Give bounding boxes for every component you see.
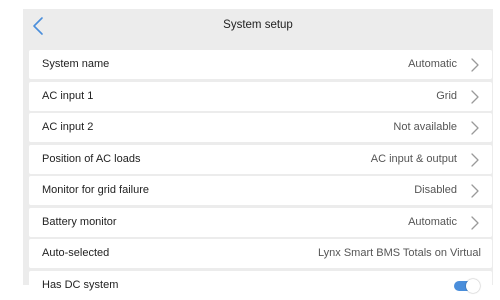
row-battery-monitor[interactable]: Battery monitor Automatic	[29, 207, 492, 237]
row-ac-input-2[interactable]: AC input 2 Not available	[29, 113, 492, 142]
chevron-right-icon	[469, 152, 481, 167]
row-value: Grid	[436, 89, 457, 102]
row-label: Monitor for grid failure	[42, 184, 149, 196]
has-dc-system-toggle[interactable]	[454, 278, 480, 293]
row-value: AC input & output	[370, 152, 457, 165]
header-bar: System setup	[23, 9, 493, 41]
row-value: Disabled	[414, 184, 457, 196]
chevron-right-icon	[469, 58, 481, 72]
row-value: Lynx Smart BMS Totals on Virtual	[317, 247, 481, 259]
row-value: Automatic	[408, 215, 457, 228]
row-label: Battery monitor	[42, 215, 117, 228]
row-auto-selected: Auto-selected Lynx Smart BMS Totals on V…	[29, 239, 492, 268]
row-value: Not available	[393, 121, 457, 133]
row-label: Position of AC loads	[42, 152, 141, 165]
row-system-name[interactable]: System name Automatic	[29, 50, 492, 79]
row-label: Has DC system	[42, 278, 119, 291]
chevron-right-icon	[469, 184, 481, 198]
row-monitor-for-grid-failure[interactable]: Monitor for grid failure Disabled	[29, 176, 492, 205]
settings-panel: System setup System name Automatic AC in…	[23, 9, 493, 300]
toggle-knob	[466, 278, 480, 293]
back-button[interactable]	[29, 15, 49, 37]
chevron-left-icon	[33, 17, 43, 35]
row-position-of-ac-loads[interactable]: Position of AC loads AC input & output	[29, 144, 492, 174]
chevron-right-icon	[469, 215, 481, 230]
row-ac-input-1[interactable]: AC input 1 Grid	[29, 81, 492, 111]
row-label: Auto-selected	[42, 247, 110, 259]
row-label: System name	[42, 58, 110, 70]
row-has-dc-system[interactable]: Has DC system	[29, 270, 492, 300]
chevron-right-icon	[469, 89, 481, 104]
chevron-right-icon	[469, 121, 481, 135]
row-label: AC input 2	[42, 121, 94, 133]
screen: System setup System name Automatic AC in…	[0, 0, 500, 300]
page-title: System setup	[223, 19, 293, 31]
row-label: AC input 1	[42, 89, 94, 102]
row-value: Automatic	[408, 58, 457, 70]
